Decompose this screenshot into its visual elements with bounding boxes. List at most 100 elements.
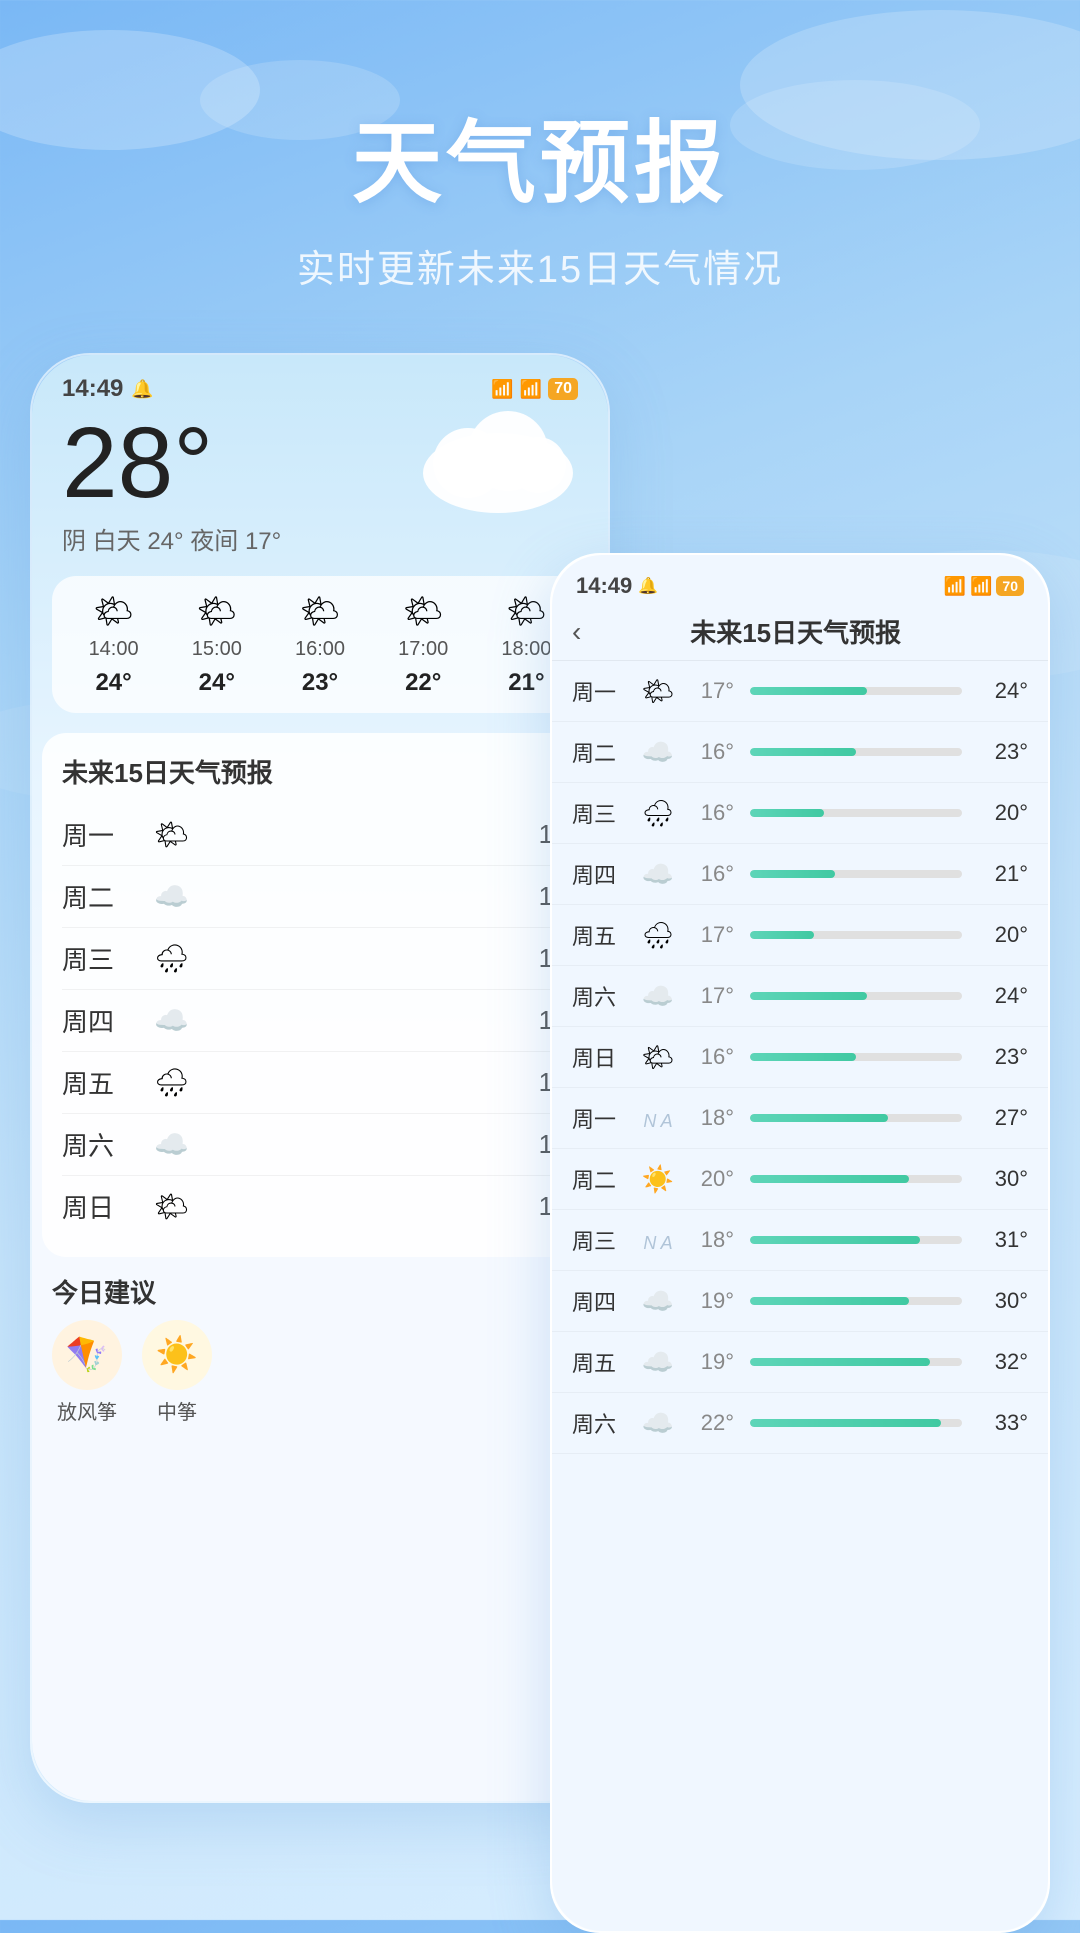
forecast-icon-0: 🌤 xyxy=(154,818,190,851)
detail-forecast-row-2: 周三 🌧 16° 20° xyxy=(552,783,1048,844)
detail-icon-wrap-4: 🌧 xyxy=(640,920,676,951)
hourly-time-3: 17:00 xyxy=(398,638,448,661)
hourly-icon-4: 🌤 xyxy=(506,592,547,630)
detail-low-9: 18° xyxy=(684,1227,734,1253)
hourly-temp-1: 24° xyxy=(199,669,235,697)
detail-day-3: 周四 xyxy=(572,858,632,890)
detail-high-12: 33° xyxy=(978,1410,1028,1436)
detail-low-1: 16° xyxy=(684,739,734,765)
forecast-icon-3: ☁️ xyxy=(154,1004,189,1037)
detail-icon-wrap-6: 🌤 xyxy=(640,1042,676,1073)
advice-row: 🪁 放风筝 ☀️ 中筝 xyxy=(32,1320,608,1425)
hourly-temp-3: 22° xyxy=(405,669,441,697)
hourly-temp-4: 21° xyxy=(508,669,544,697)
detail-forecast-row-9: 周三 N A 18° 31° xyxy=(552,1210,1048,1271)
advice-item-1: ☀️ 中筝 xyxy=(142,1320,212,1425)
alarm-icon: 🔔 xyxy=(131,379,153,400)
temp-bar-11 xyxy=(750,1358,962,1366)
detail-icon-na-7: N A xyxy=(643,1111,672,1131)
hourly-item-2: 🌤 16:00 23° xyxy=(268,592,371,697)
detail-low-12: 22° xyxy=(684,1410,734,1436)
detail-day-5: 周六 xyxy=(572,980,632,1012)
hourly-time-4: 18:00 xyxy=(501,638,551,661)
detail-high-2: 20° xyxy=(978,800,1028,826)
detail-high-9: 31° xyxy=(978,1227,1028,1253)
detail-low-11: 19° xyxy=(684,1349,734,1375)
detail-low-6: 16° xyxy=(684,1044,734,1070)
detail-low-0: 17° xyxy=(684,678,734,704)
detail-low-8: 20° xyxy=(684,1166,734,1192)
temp-bar-fill-2 xyxy=(750,809,824,817)
forecast-row-5: 周六 ☁️ 17° xyxy=(62,1114,578,1176)
forecast-title-left: 未来15日天气预报 xyxy=(62,753,578,790)
temp-bar-fill-0 xyxy=(750,687,867,695)
detail-icon-wrap-12: ☁️ xyxy=(640,1408,676,1439)
back-button[interactable]: ‹ xyxy=(572,616,581,648)
forecast-panel-left: 未来15日天气预报 周一 🌤 17° 周二 ☁️ 16° 周三 🌧 16° xyxy=(42,733,598,1257)
detail-icon-3: ☁️ xyxy=(642,859,674,889)
detail-icon-wrap-7: N A xyxy=(640,1103,676,1134)
advice-icon-1: ☀️ xyxy=(142,1320,212,1390)
advice-icon-0: 🪁 xyxy=(52,1320,122,1390)
page-subtitle: 实时更新未来15日天气情况 xyxy=(0,238,1080,293)
status-icons-right: 📶 📶 70 xyxy=(944,576,1024,597)
detail-high-7: 27° xyxy=(978,1105,1028,1131)
weather-desc: 阴 白天 24° 夜间 17° xyxy=(62,521,578,556)
forecast-row-4: 周五 🌧 17° xyxy=(62,1052,578,1114)
signal-icon-right: 📶 xyxy=(944,576,966,597)
detail-high-10: 30° xyxy=(978,1288,1028,1314)
temp-bar-9 xyxy=(750,1236,962,1244)
hourly-icon-1: 🌤 xyxy=(196,592,237,630)
detail-low-10: 19° xyxy=(684,1288,734,1314)
cloud-illustration xyxy=(408,393,588,523)
detail-forecast-row-10: 周四 ☁️ 19° 30° xyxy=(552,1271,1048,1332)
detail-day-10: 周四 xyxy=(572,1285,632,1317)
temp-bar-fill-9 xyxy=(750,1236,920,1244)
detail-icon-11: ☁️ xyxy=(642,1347,674,1377)
hourly-card: 🌤 14:00 24° 🌤 15:00 24° 🌤 16:00 23° 🌤 17… xyxy=(52,576,588,713)
detail-forecast-row-4: 周五 🌧 17° 20° xyxy=(552,905,1048,966)
temp-bar-fill-7 xyxy=(750,1114,888,1122)
detail-high-6: 23° xyxy=(978,1044,1028,1070)
advice-item-0: 🪁 放风筝 xyxy=(52,1320,122,1425)
wifi-icon-right: 📶 xyxy=(970,576,992,597)
detail-icon-wrap-1: ☁️ xyxy=(640,737,676,768)
detail-icon-wrap-10: ☁️ xyxy=(640,1286,676,1317)
forecast-day-2: 周三 xyxy=(62,940,142,977)
temp-bar-1 xyxy=(750,748,962,756)
temp-bar-0 xyxy=(750,687,962,695)
detail-forecast-row-0: 周一 🌤 17° 24° xyxy=(552,661,1048,722)
forecast-icon-5: ☁️ xyxy=(154,1128,189,1161)
detail-icon-5: ☁️ xyxy=(642,981,674,1011)
temp-bar-6 xyxy=(750,1053,962,1061)
temp-bar-10 xyxy=(750,1297,962,1305)
detail-day-2: 周三 xyxy=(572,797,632,829)
forecast-day-4: 周五 xyxy=(62,1064,142,1101)
detail-day-4: 周五 xyxy=(572,919,632,951)
temp-bar-2 xyxy=(750,809,962,817)
time-left: 14:49 xyxy=(62,375,123,403)
detail-high-3: 21° xyxy=(978,861,1028,887)
temp-bar-12 xyxy=(750,1419,962,1427)
forecast-icon-6: 🌤 xyxy=(154,1190,190,1223)
detail-high-5: 24° xyxy=(978,983,1028,1009)
detail-header: ‹ 未来15日天气预报 xyxy=(552,599,1048,661)
detail-icon-4: 🌧 xyxy=(641,920,674,950)
detail-day-12: 周六 xyxy=(572,1407,632,1439)
detail-day-1: 周二 xyxy=(572,736,632,768)
phone-right: 14:49 🔔 📶 📶 70 ‹ 未来15日天气预报 周一 🌤 17° xyxy=(550,553,1050,1933)
detail-icon-6: 🌤 xyxy=(641,1042,674,1072)
forecast-row-6: 周日 🌤 16° xyxy=(62,1176,578,1237)
forecast-day-5: 周六 xyxy=(62,1126,142,1163)
hourly-item-3: 🌤 17:00 22° xyxy=(372,592,475,697)
detail-forecast-row-7: 周一 N A 18° 27° xyxy=(552,1088,1048,1149)
forecast-row-2: 周三 🌧 16° xyxy=(62,928,578,990)
temp-bar-fill-4 xyxy=(750,931,814,939)
forecast-row-3: 周四 ☁️ 16° xyxy=(62,990,578,1052)
temp-bar-fill-1 xyxy=(750,748,856,756)
page-header: 天气预报 实时更新未来15日天气情况 xyxy=(0,0,1080,293)
advice-label-1: 中筝 xyxy=(157,1396,197,1425)
detail-low-7: 18° xyxy=(684,1105,734,1131)
temp-bar-fill-10 xyxy=(750,1297,909,1305)
detail-icon-wrap-5: ☁️ xyxy=(640,981,676,1012)
